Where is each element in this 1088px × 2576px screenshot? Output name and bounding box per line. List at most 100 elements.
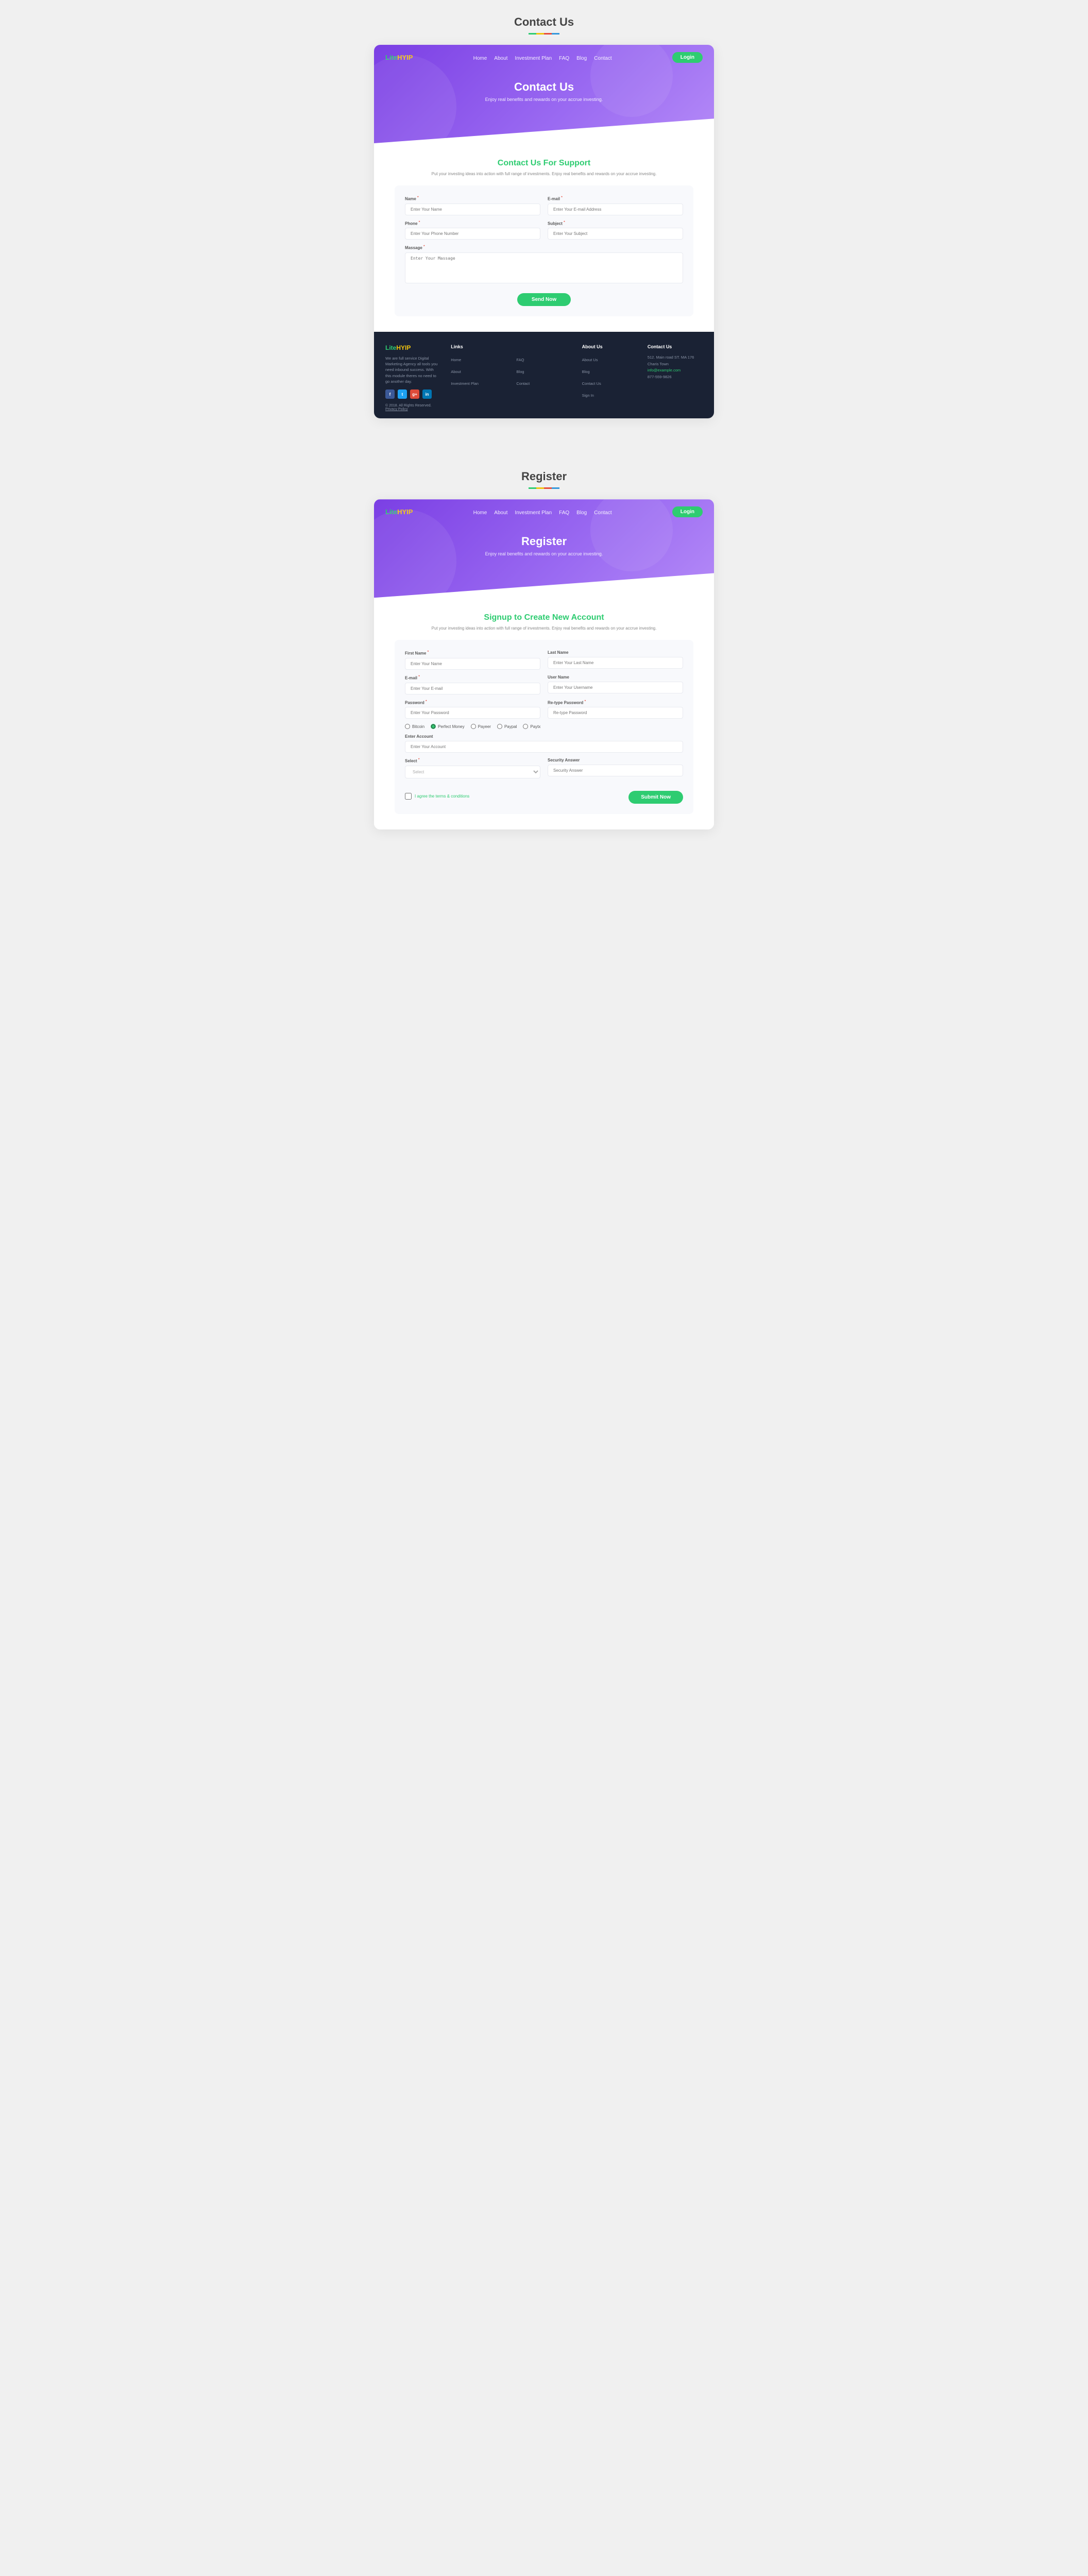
first-name-label: First Name * xyxy=(405,650,540,656)
select-dropdown[interactable]: Select xyxy=(405,766,540,778)
enter-account-input[interactable] xyxy=(405,741,683,753)
footer-address: 512. Main road ST. MA 176 xyxy=(648,354,703,361)
username-input[interactable] xyxy=(548,682,683,693)
footer-link-home[interactable]: Home xyxy=(451,358,461,362)
security-answer-input[interactable] xyxy=(548,765,683,776)
contact-message-input[interactable] xyxy=(405,252,683,283)
nav-about[interactable]: About xyxy=(494,56,507,61)
footer-email[interactable]: info@example.com xyxy=(648,368,681,372)
contact-subject-group: Subject * xyxy=(548,221,683,240)
googleplus-icon[interactable]: g+ xyxy=(410,389,419,399)
nav-contact[interactable]: Contact xyxy=(594,56,611,61)
contact-page-title-section: Contact Us xyxy=(374,0,714,45)
username-label: User Name xyxy=(548,675,683,680)
footer-about-title: About Us xyxy=(582,344,637,349)
contact-logo: LiteHYIP xyxy=(385,54,413,61)
contact-hero-content: Contact Us Enjoy real benefits and rewar… xyxy=(374,70,714,123)
contact-send-button[interactable]: Send Now xyxy=(517,293,571,306)
register-login-button[interactable]: Login xyxy=(672,506,703,517)
footer-link-investment[interactable]: Investment Plan xyxy=(451,381,479,386)
footer-link-contact[interactable]: Contact xyxy=(516,381,530,386)
contact-hero-title: Contact Us xyxy=(374,80,714,94)
footer-about-us[interactable]: About Us xyxy=(582,358,598,362)
footer-contact-title: Contact Us xyxy=(648,344,703,349)
footer-logo: LiteHYIP xyxy=(385,344,440,351)
security-answer-group: Security Answer xyxy=(548,758,683,778)
linkedin-icon[interactable]: in xyxy=(422,389,432,399)
footer-col-about: About Us About Us Blog Contact Us Sign I… xyxy=(582,344,637,411)
reg-nav-home[interactable]: Home xyxy=(473,510,487,516)
footer-city: Charis Town xyxy=(648,361,703,368)
contact-navbar: LiteHYIP Home About Investment Plan FAQ … xyxy=(374,45,714,70)
reg-nav-faq[interactable]: FAQ xyxy=(559,510,569,516)
footer-col-links: Links Home About Investment Plan xyxy=(451,344,506,411)
select-group: Select * Select xyxy=(405,758,540,778)
nav-investment[interactable]: Investment Plan xyxy=(515,56,552,61)
reg-nav-blog[interactable]: Blog xyxy=(576,510,587,516)
color-bar xyxy=(529,33,559,35)
submit-button[interactable]: Submit Now xyxy=(628,791,683,804)
footer-about-contact[interactable]: Contact Us xyxy=(582,381,601,386)
register-card: LiteHYIP Home About Investment Plan FAQ … xyxy=(374,499,714,829)
contact-page-title: Contact Us xyxy=(374,15,714,29)
contact-form-row-1: Name * E-mail * xyxy=(405,196,683,215)
agree-text: I agree the terms & conditions xyxy=(415,794,469,799)
payment-bitcoin-radio[interactable] xyxy=(405,724,410,729)
password-group: Password * xyxy=(405,700,540,719)
contact-email-input[interactable] xyxy=(548,204,683,215)
contact-login-button[interactable]: Login xyxy=(672,52,703,63)
footer-about-blog[interactable]: Blog xyxy=(582,369,590,374)
footer-logo-hyip: HYIP xyxy=(396,344,411,351)
contact-phone-input[interactable] xyxy=(405,228,540,240)
nav-home[interactable]: Home xyxy=(473,56,487,61)
footer-about-signin[interactable]: Sign In xyxy=(582,393,594,398)
payment-payeer-radio[interactable] xyxy=(471,724,476,729)
register-hero-content: Register Enjoy real benefits and rewards… xyxy=(374,524,714,577)
payment-perfectmoney-radio[interactable] xyxy=(431,724,436,729)
footer-link-blog[interactable]: Blog xyxy=(516,369,524,374)
logo-hyip: HYIP xyxy=(397,54,413,61)
password-label: Password * xyxy=(405,700,540,705)
footer-about-list: About Us Blog Contact Us Sign In xyxy=(582,354,637,399)
reg-nav-about[interactable]: About xyxy=(494,510,507,516)
password-input[interactable] xyxy=(405,707,540,719)
privacy-link[interactable]: Privacy Policy xyxy=(385,408,408,411)
payment-paytx-radio[interactable] xyxy=(523,724,528,729)
contact-name-input[interactable] xyxy=(405,204,540,215)
register-page-title: Register xyxy=(374,470,714,483)
contact-subject-input[interactable] xyxy=(548,228,683,240)
register-row-2: E-mail * User Name xyxy=(405,675,683,694)
reg-nav-contact[interactable]: Contact xyxy=(594,510,611,516)
color-bar-green xyxy=(529,33,536,35)
reg-email-label: E-mail * xyxy=(405,675,540,681)
twitter-icon[interactable]: t xyxy=(398,389,407,399)
footer-link-about[interactable]: About xyxy=(451,369,461,374)
first-name-input[interactable] xyxy=(405,658,540,670)
retype-password-input[interactable] xyxy=(548,707,683,719)
last-name-input[interactable] xyxy=(548,657,683,669)
contact-name-group: Name * xyxy=(405,196,540,215)
agree-label: I agree the terms & conditions xyxy=(405,793,469,800)
register-section-title: Signup to Create New Account xyxy=(395,613,693,622)
footer-links-list: Home About Investment Plan xyxy=(451,354,506,387)
contact-form-row-3: Massage * xyxy=(405,245,683,286)
payment-perfectmoney: Perfect Money xyxy=(431,724,465,729)
contact-section-heading: Contact Us For Support Put your investin… xyxy=(395,159,693,177)
facebook-icon[interactable]: f xyxy=(385,389,395,399)
security-answer-label: Security Answer xyxy=(548,758,683,762)
register-logo: LiteHYIP xyxy=(385,508,413,516)
first-name-group: First Name * xyxy=(405,650,540,670)
footer-link-faq[interactable]: FAQ xyxy=(516,358,524,362)
reg-email-input[interactable] xyxy=(405,683,540,694)
footer-col-contact: Contact Us 512. Main road ST. MA 176 Cha… xyxy=(648,344,703,411)
nav-blog[interactable]: Blog xyxy=(576,56,587,61)
agree-checkbox[interactable] xyxy=(405,793,412,800)
payment-paypal-radio[interactable] xyxy=(497,724,502,729)
rcb-yellow xyxy=(536,487,544,489)
contact-message-label: Massage * xyxy=(405,245,683,250)
nav-faq[interactable]: FAQ xyxy=(559,56,569,61)
reg-nav-investment[interactable]: Investment Plan xyxy=(515,510,552,516)
logo-lite: Lite xyxy=(385,54,397,61)
enter-account-group: Enter Account xyxy=(405,734,683,753)
register-row-1: First Name * Last Name xyxy=(405,650,683,670)
